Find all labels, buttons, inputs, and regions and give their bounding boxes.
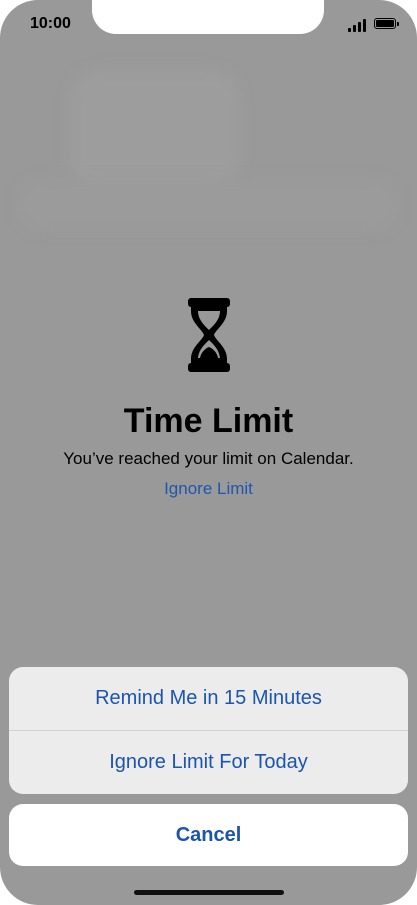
device-notch: [92, 0, 324, 34]
alert-message: You’ve reached your limit on Calendar.: [63, 449, 354, 468]
battery-icon: [374, 18, 399, 29]
blurred-background-content: [70, 70, 240, 190]
hourglass-icon: [188, 298, 230, 372]
action-sheet: Remind Me in 15 Minutes Ignore Limit For…: [9, 667, 408, 794]
home-indicator[interactable]: [134, 890, 284, 895]
ignore-limit-today-button[interactable]: Ignore Limit For Today: [9, 731, 408, 794]
cancel-button[interactable]: Cancel: [9, 804, 408, 866]
blurred-background-content: [18, 180, 398, 230]
ignore-limit-link[interactable]: Ignore Limit: [0, 479, 417, 499]
alert-title: Time Limit: [123, 402, 294, 440]
signal-bars-icon: [348, 18, 368, 32]
status-bar-time: 10:00: [30, 15, 71, 32]
phone-screen: 10:00 Time Limit You’ve reached your lim…: [0, 0, 417, 905]
remind-me-button[interactable]: Remind Me in 15 Minutes: [9, 667, 408, 730]
